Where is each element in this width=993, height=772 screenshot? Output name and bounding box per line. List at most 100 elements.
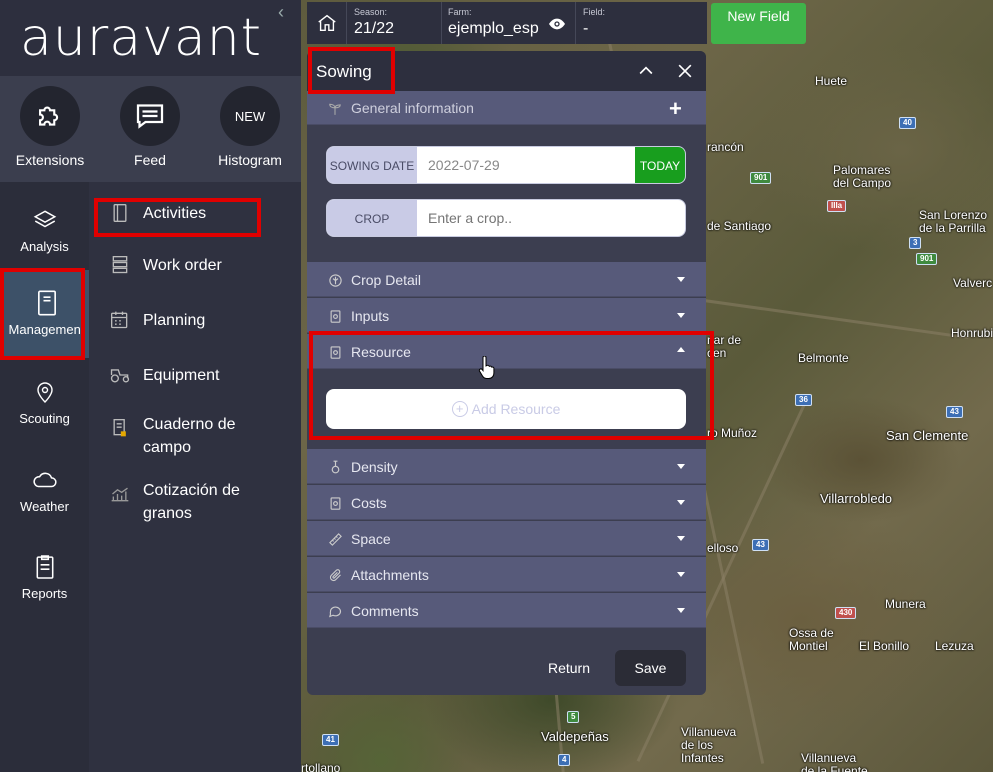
map-place: Villanueva de la Fuente	[801, 751, 868, 772]
document-icon	[113, 419, 126, 437]
field-caption: Field:	[583, 7, 606, 17]
rail-item-scouting[interactable]: Scouting	[0, 377, 89, 426]
chevron-left-icon[interactable]: ‹	[278, 2, 284, 23]
save-button[interactable]: Save	[615, 650, 686, 686]
plus-icon[interactable]: +	[669, 96, 682, 122]
map-place: rtollano	[301, 761, 341, 772]
menu-item-planning[interactable]: Planning	[109, 309, 283, 332]
map-place: Villarrobledo	[820, 491, 893, 506]
road-shield: 3	[909, 237, 922, 249]
road-shield: 40	[899, 117, 916, 129]
tractor-icon	[110, 369, 130, 383]
panel-header: Sowing	[307, 51, 706, 91]
season-selector[interactable]: Season: 21/22	[348, 2, 442, 44]
cloud-icon	[32, 472, 57, 488]
caret-down-icon	[677, 500, 685, 505]
map-place: Huete	[815, 74, 848, 88]
caret-down-icon	[677, 464, 685, 469]
section-label: Inputs	[351, 308, 390, 324]
crop-field[interactable]: CROP	[326, 199, 686, 237]
return-button[interactable]: Return	[539, 650, 599, 686]
chevron-up-icon[interactable]	[636, 61, 656, 81]
road-shield: 36	[795, 394, 812, 406]
section-label: Crop Detail	[351, 272, 422, 288]
road-shield: 4	[558, 754, 571, 766]
shortcut-feed[interactable]: Feed	[105, 86, 195, 168]
rail-label: Management	[8, 322, 85, 337]
caret-down-icon	[677, 536, 685, 541]
section-space[interactable]: Space	[307, 521, 706, 556]
road-shield: 5	[567, 711, 580, 723]
today-button[interactable]: TODAY	[635, 147, 685, 183]
sowing-date-field[interactable]: SOWING DATE 2022-07-29 TODAY	[326, 146, 686, 184]
map-place: San Clemente	[886, 428, 969, 443]
rail-item-weather[interactable]: Weather	[0, 465, 89, 514]
hand-cursor-icon	[478, 355, 496, 386]
menu-item-cuaderno[interactable]: Cuaderno de campo	[109, 413, 283, 459]
notebook-icon	[37, 290, 56, 316]
menu-label: Equipment	[143, 367, 220, 384]
ruler-icon	[327, 531, 343, 547]
section-label: Costs	[351, 495, 387, 511]
section-attachments[interactable]: Attachments	[307, 557, 706, 592]
rail-item-management[interactable]: Management	[0, 270, 89, 358]
map-place: Palomares del Campo	[833, 163, 892, 190]
layers-icon	[33, 210, 56, 228]
road-shield: 43	[752, 539, 769, 551]
section-costs[interactable]: Costs	[307, 485, 706, 520]
close-icon[interactable]	[675, 61, 695, 81]
crop-input[interactable]	[428, 200, 628, 236]
road-shield: IIIa	[827, 200, 847, 212]
caret-down-icon	[677, 572, 685, 577]
menu-item-equipment[interactable]: Equipment	[109, 364, 283, 387]
map-place: San Lorenzo de la Parrilla	[919, 208, 988, 235]
map-place: El Bonillo	[859, 639, 910, 653]
new-field-button[interactable]: New Field	[711, 3, 806, 44]
map-place: Honrubi	[951, 326, 993, 340]
section-density[interactable]: Density	[307, 449, 706, 484]
panel-title: Sowing	[316, 62, 372, 81]
map-place: Valdepeñas	[541, 729, 609, 744]
rail-item-reports[interactable]: Reports	[0, 552, 89, 601]
farm-selector[interactable]: Farm: ejemplo_esp	[442, 2, 576, 44]
chart-icon	[111, 487, 129, 502]
shortcut-extensions[interactable]: Extensions	[5, 86, 95, 168]
section-comments[interactable]: Comments	[307, 593, 706, 628]
road-shield: 41	[322, 734, 339, 746]
section-label: Density	[351, 459, 398, 475]
section-label: General information	[351, 100, 474, 116]
season-value: 21/22	[354, 20, 395, 37]
sowing-date-label: SOWING DATE	[327, 147, 417, 183]
menu-label: Cuaderno de campo	[143, 416, 236, 456]
rail-item-analysis[interactable]: Analysis	[0, 205, 89, 254]
shortcut-label: Extensions	[15, 152, 85, 168]
section-label: Resource	[351, 344, 411, 360]
density-icon	[327, 459, 343, 475]
auravant-logo: auravant	[20, 8, 263, 68]
section-crop-detail[interactable]: Crop Detail	[307, 262, 706, 297]
caret-up-icon	[677, 347, 685, 352]
sowing-date-value: 2022-07-29	[428, 157, 500, 173]
puzzle-icon	[39, 106, 59, 126]
shortcut-label: Feed	[134, 152, 166, 168]
bag-icon	[327, 308, 343, 324]
eye-icon[interactable]	[549, 17, 565, 31]
feed-icon	[136, 104, 164, 129]
menu-item-activities[interactable]: Activities	[109, 202, 283, 225]
shortcut-histogram[interactable]: NEW Histogram	[205, 86, 295, 168]
sprout-icon	[327, 101, 343, 117]
section-inputs[interactable]: Inputs	[307, 298, 706, 333]
section-general-information[interactable]: General information +	[307, 91, 706, 125]
section-label: Attachments	[351, 567, 429, 583]
caret-down-icon	[677, 313, 685, 318]
add-resource-button[interactable]: + Add Resource	[326, 389, 686, 429]
field-selector[interactable]: Field: -	[577, 2, 707, 44]
menu-item-work-order[interactable]: Work order	[109, 254, 283, 277]
section-resource[interactable]: Resource	[307, 334, 706, 369]
general-information-body: SOWING DATE 2022-07-29 TODAY CROP	[307, 125, 706, 262]
plus-circle-icon: +	[451, 401, 468, 417]
menu-item-cotizacion[interactable]: Cotización de granos	[109, 479, 283, 525]
road-shield: 430	[835, 607, 857, 619]
map-place: Belmonte	[798, 351, 849, 365]
home-button[interactable]	[307, 2, 347, 44]
